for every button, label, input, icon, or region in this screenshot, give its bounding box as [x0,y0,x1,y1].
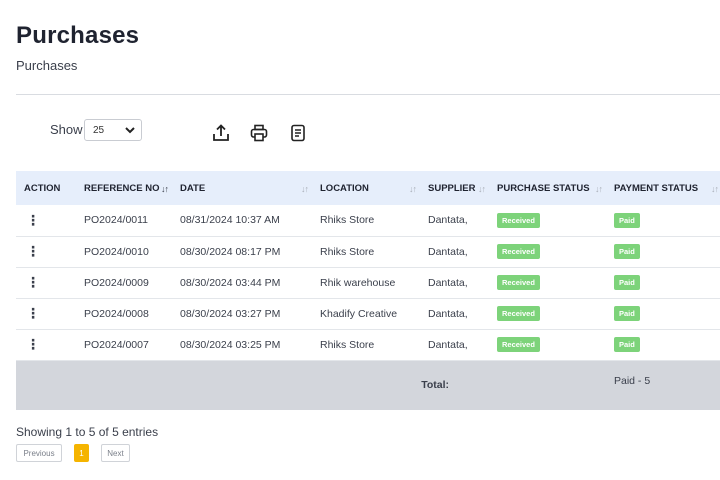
divider [16,94,720,95]
location-cell: Rhiks Store [312,329,420,361]
date-cell: 08/31/2024 10:37 AM [172,205,312,237]
date-cell: 08/30/2024 03:44 PM [172,267,312,299]
purchases-table: ACTION REFERENCE NO ↓↑ DATE ↓↑ LOCATION ↓↑ … [16,171,720,410]
sort-icon: ↓↑ [161,184,169,194]
payment-status-badge: Paid [614,337,640,352]
sort-icon: ↓↑ [478,184,486,194]
table-row[interactable]: ⋮ PO2024/0011 08/31/2024 10:37 AM Rhiks … [16,205,720,237]
page-title: Purchases [16,22,140,49]
column-header-purchase-status[interactable]: PURCHASE STATUS ↓↑ [489,171,606,205]
date-cell: 08/30/2024 03:25 PM [172,329,312,361]
action-menu-button[interactable]: ⋮ [24,243,40,260]
chevron-down-icon [125,126,135,133]
supplier-cell: Dantata, [420,205,489,237]
reference-cell: PO2024/0011 [76,205,172,237]
total-label: Total: [16,360,489,410]
column-header-date[interactable]: DATE ↓↑ [172,171,312,205]
show-label: Show [50,122,83,137]
sort-icon: ↓↑ [409,184,417,194]
breadcrumb: Purchases [16,58,78,73]
location-cell: Rhiks Store [312,236,420,268]
table-row[interactable]: ⋮ PO2024/0010 08/30/2024 08:17 PM Rhiks … [16,236,720,268]
document-icon[interactable] [288,123,308,143]
total-row: Total: Paid - 5 [16,360,720,410]
previous-page-button[interactable]: Previous [16,444,62,462]
sort-icon: ↓↑ [595,184,603,194]
page-size-value: 25 [93,124,105,136]
page-button-1[interactable]: 1 [74,444,89,462]
supplier-cell: Dantata, [420,329,489,361]
payment-status-badge: Paid [614,306,640,321]
table-row[interactable]: ⋮ PO2024/0008 08/30/2024 03:27 PM Khadif… [16,298,720,330]
location-cell: Rhiks Store [312,205,420,237]
reference-cell: PO2024/0010 [76,236,172,268]
export-icon[interactable] [211,123,231,143]
column-header-payment-status[interactable]: PAYMENT STATUS ↓↑ [606,171,720,205]
column-header-action: ACTION [16,171,76,205]
action-menu-button[interactable]: ⋮ [24,336,40,353]
reference-cell: PO2024/0007 [76,329,172,361]
payment-summary: Paid - 5 [606,360,720,410]
table-header-row: ACTION REFERENCE NO ↓↑ DATE ↓↑ LOCATION ↓↑ … [16,171,720,205]
column-header-location[interactable]: LOCATION ↓↑ [312,171,420,205]
supplier-cell: Dantata, [420,298,489,330]
action-menu-button[interactable]: ⋮ [24,212,40,229]
entries-info: Showing 1 to 5 of 5 entries [16,425,159,439]
next-page-button[interactable]: Next [101,444,130,462]
column-header-reference-no[interactable]: REFERENCE NO ↓↑ [76,171,172,205]
date-cell: 08/30/2024 08:17 PM [172,236,312,268]
page-size-select[interactable]: 25 [84,119,142,141]
date-cell: 08/30/2024 03:27 PM [172,298,312,330]
purchase-status-badge: Received [497,337,540,352]
purchase-status-badge: Received [497,212,540,228]
column-header-supplier[interactable]: SUPPLIER ↓↑ [420,171,489,205]
action-menu-button[interactable]: ⋮ [24,305,40,322]
reference-cell: PO2024/0009 [76,267,172,299]
payment-status-badge: Paid [614,275,640,290]
print-icon[interactable] [249,123,269,143]
purchase-status-badge: Received [497,244,540,259]
table-row[interactable]: ⋮ PO2024/0009 08/30/2024 03:44 PM Rhik w… [16,267,720,299]
sort-icon: ↓↑ [711,184,719,194]
supplier-cell: Dantata, [420,236,489,268]
sort-icon: ↓↑ [301,184,309,194]
table-row[interactable]: ⋮ PO2024/0007 08/30/2024 03:25 PM Rhiks … [16,329,720,361]
location-cell: Khadify Creative [312,298,420,330]
reference-cell: PO2024/0008 [76,298,172,330]
purchase-status-badge: Received [497,306,540,321]
payment-status-badge: Paid [614,244,640,259]
location-cell: Rhik warehouse [312,267,420,299]
action-menu-button[interactable]: ⋮ [24,274,40,291]
payment-status-badge: Paid [614,212,640,228]
supplier-cell: Dantata, [420,267,489,299]
purchase-status-badge: Received [497,275,540,290]
